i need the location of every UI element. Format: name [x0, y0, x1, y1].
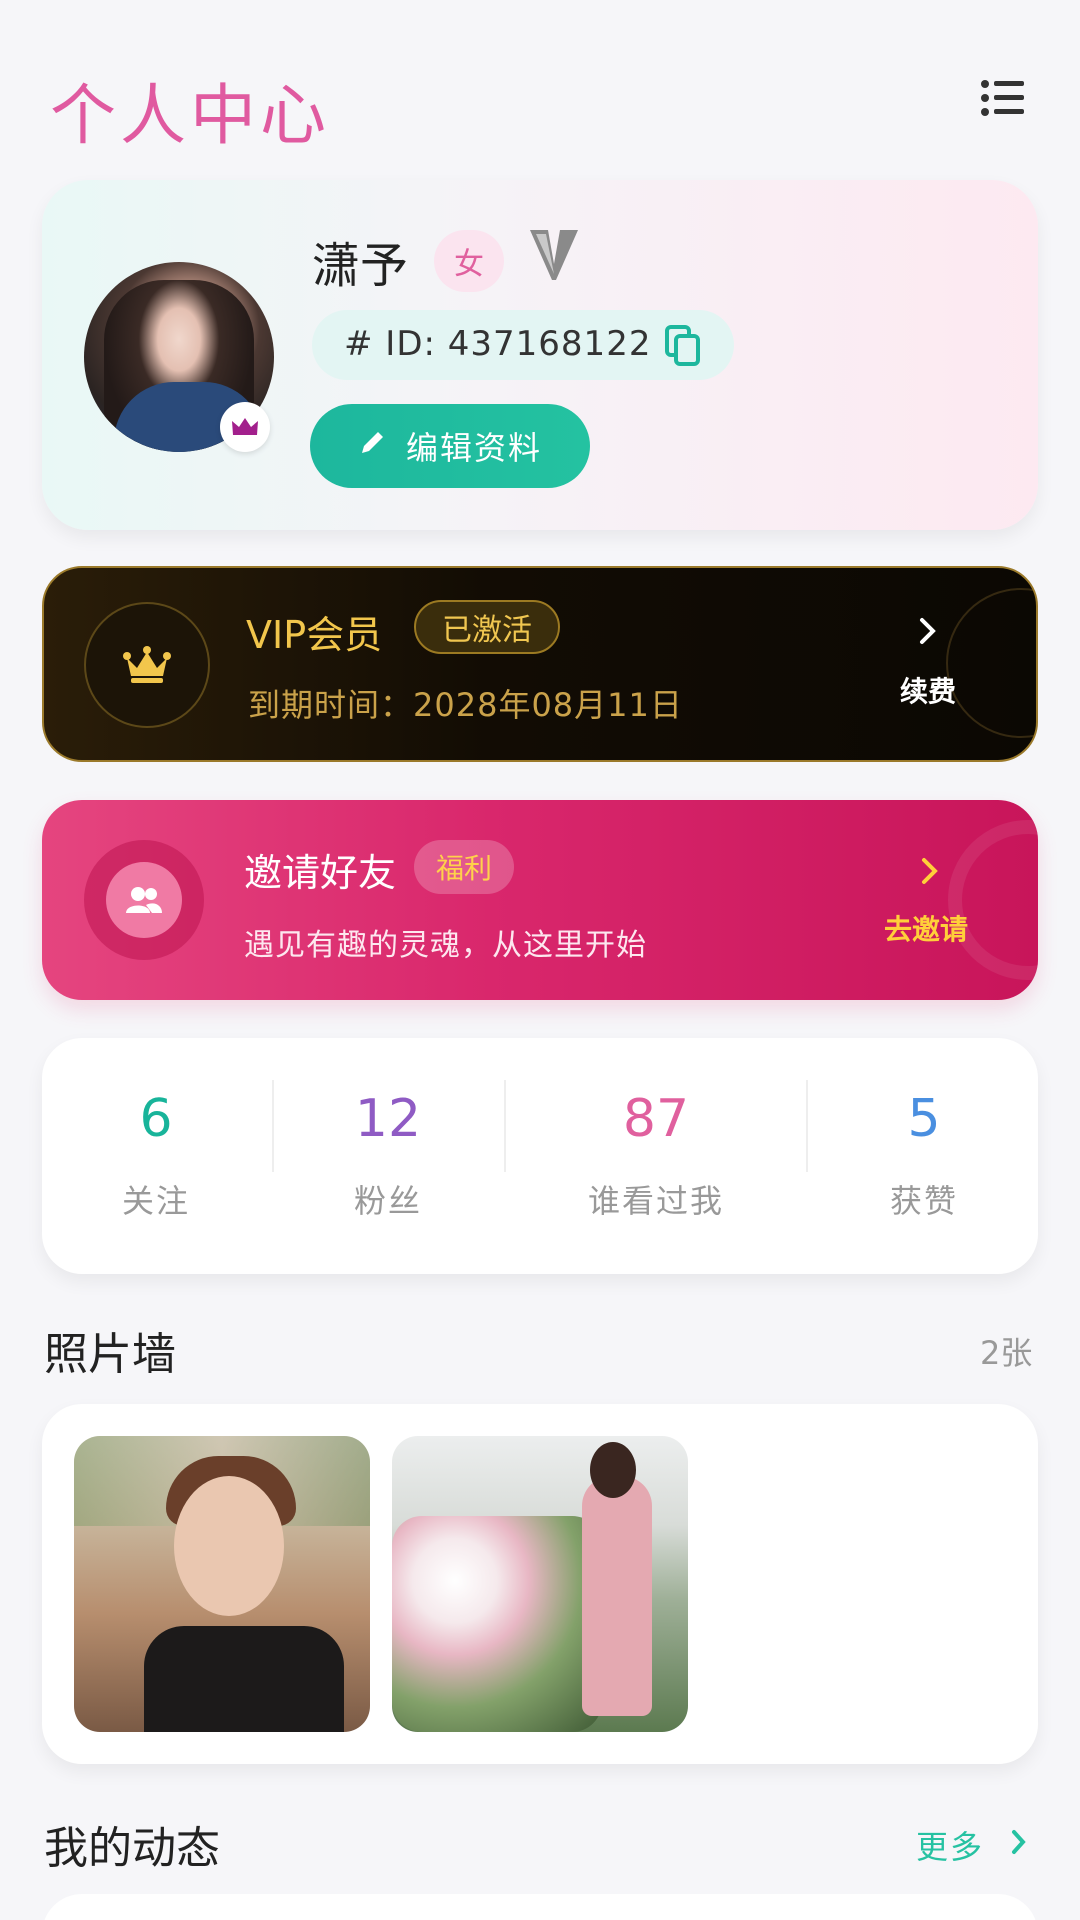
nickname: 潇予 [312, 238, 409, 294]
chevron-right-icon[interactable] [916, 614, 940, 648]
renew-button[interactable]: 续费 [900, 670, 956, 710]
chevron-right-icon[interactable] [1010, 1828, 1028, 1856]
invite-users-icon [84, 840, 204, 960]
v-badge-icon [526, 224, 582, 284]
photo-wall-title: 照片墙 [44, 1329, 176, 1380]
pencil-icon [358, 427, 388, 465]
invite-subtitle: 遇见有趣的灵魂，从这里开始 [244, 928, 647, 963]
vip-expire-date: 到期时间：2028年08月11日 [248, 686, 683, 724]
copy-icon[interactable] [664, 324, 702, 368]
crown-badge-icon [220, 402, 270, 452]
gender-badge: 女 [434, 230, 504, 292]
stat-value: 87 [622, 1089, 690, 1149]
invite-title: 邀请好友 [244, 851, 397, 895]
divider [806, 1080, 808, 1172]
stat-value: 12 [354, 1089, 422, 1149]
divider [272, 1080, 274, 1172]
photo-thumbnail[interactable] [392, 1436, 688, 1732]
stat-value: 6 [139, 1089, 173, 1149]
photo-count: 2张 [980, 1334, 1033, 1372]
user-id: # ID: 437168122 [344, 324, 652, 364]
edit-profile-label: 编辑资料 [405, 429, 542, 467]
list-menu-icon[interactable] [980, 78, 1026, 118]
stat-label: 关注 [121, 1182, 190, 1220]
more-link[interactable]: 更多 [916, 1822, 984, 1868]
vip-status-badge: 已激活 [414, 600, 560, 654]
edit-profile-button[interactable]: 编辑资料 [310, 404, 590, 488]
stat-fans[interactable]: 12 粉丝 [328, 1088, 448, 1222]
photo-thumbnail[interactable] [74, 1436, 370, 1732]
stat-following[interactable]: 6 关注 [96, 1088, 216, 1222]
vip-crown-icon [84, 602, 210, 728]
vip-title: VIP会员 [246, 613, 383, 657]
stat-likes[interactable]: 5 获赞 [864, 1088, 984, 1222]
stat-value: 5 [907, 1089, 941, 1149]
invite-action-button[interactable]: 去邀请 [884, 908, 968, 948]
moments-title: 我的动态 [44, 1823, 220, 1874]
stat-label: 谁看过我 [587, 1182, 724, 1220]
stat-visitors[interactable]: 87 谁看过我 [566, 1088, 746, 1222]
stat-label: 获赞 [889, 1182, 958, 1220]
page-title: 个人中心 [50, 77, 330, 154]
chevron-right-icon[interactable] [918, 854, 942, 888]
invite-tag: 福利 [414, 840, 514, 894]
divider [504, 1080, 506, 1172]
stat-label: 粉丝 [353, 1182, 422, 1220]
moments-card [42, 1894, 1038, 1920]
